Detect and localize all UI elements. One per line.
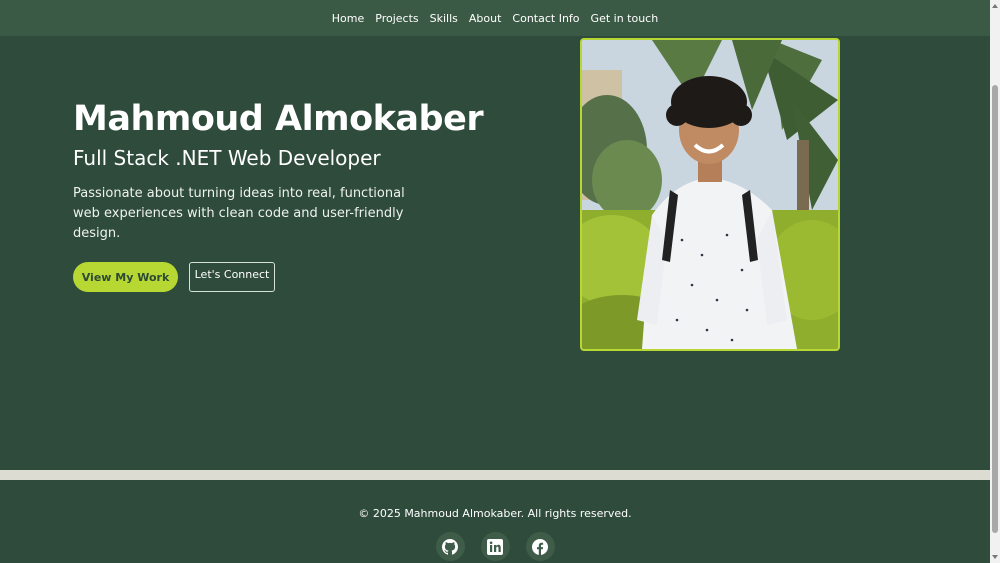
nav-skills[interactable]: Skills — [430, 12, 458, 25]
hero-role: Full Stack .NET Web Developer — [73, 146, 381, 170]
nav-contact-info[interactable]: Contact Info — [512, 12, 579, 25]
nav-about[interactable]: About — [469, 12, 502, 25]
linkedin-link[interactable] — [480, 532, 510, 561]
scroll-down-arrow-icon[interactable] — [992, 555, 998, 559]
view-my-work-button[interactable]: View My Work — [73, 262, 178, 292]
facebook-link[interactable] — [525, 532, 555, 561]
nav-projects[interactable]: Projects — [375, 12, 418, 25]
page: Home Projects Skills About Contact Info … — [0, 0, 990, 563]
scroll-up-arrow-icon[interactable] — [992, 4, 998, 8]
copyright-text: © 2025 Mahmoud Almokaber. All rights res… — [358, 507, 632, 520]
hero-description: Passionate about turning ideas into real… — [73, 186, 405, 241]
section-separator — [0, 470, 990, 480]
scrollbar-thumb[interactable] — [992, 85, 998, 533]
profile-photo — [580, 38, 840, 351]
top-navbar: Home Projects Skills About Contact Info … — [0, 0, 990, 36]
footer: © 2025 Mahmoud Almokaber. All rights res… — [0, 480, 990, 563]
github-link[interactable] — [435, 532, 465, 561]
nav-home[interactable]: Home — [332, 12, 364, 25]
lets-connect-button[interactable]: Let's Connect — [189, 262, 275, 292]
hero-section: Mahmoud Almokaber Full Stack .NET Web De… — [73, 98, 493, 244]
social-links — [0, 532, 990, 561]
linkedin-icon — [487, 538, 503, 555]
facebook-icon — [532, 538, 548, 555]
github-icon — [442, 538, 458, 555]
hero-name: Mahmoud Almokaber — [73, 99, 484, 139]
hero-buttons: View My Work Let's Connect — [73, 262, 275, 292]
nav-get-in-touch[interactable]: Get in touch — [591, 12, 659, 25]
profile-photo-illustration — [582, 40, 838, 349]
vertical-scrollbar[interactable] — [990, 0, 1000, 563]
